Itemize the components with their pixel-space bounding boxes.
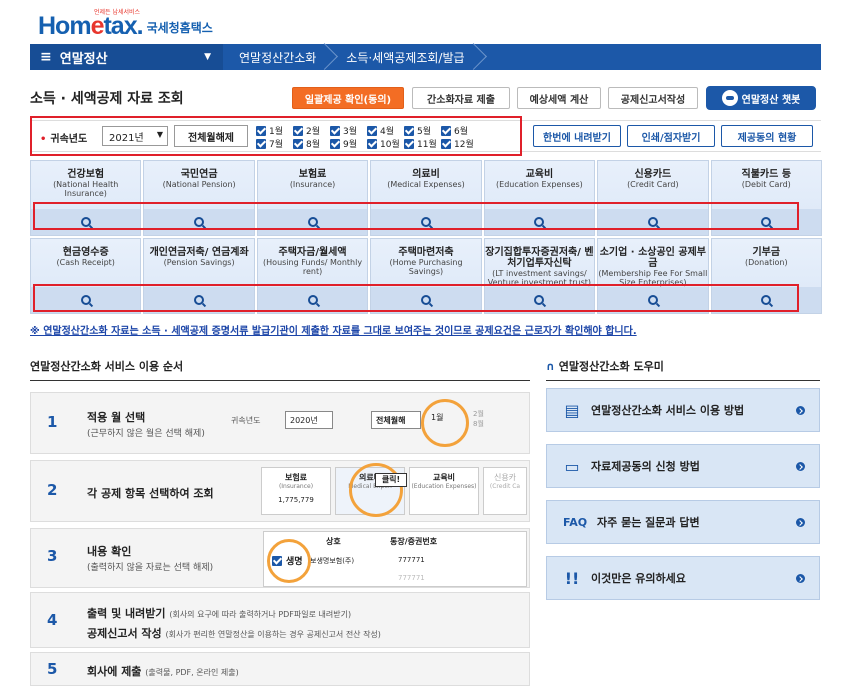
highlight-circle: [421, 399, 469, 447]
notice-text[interactable]: ※ 연말정산간소화 자료는 소득 · 세액공제 증명서류 발급기관이 제출한 자…: [30, 322, 637, 337]
arrow-circle-icon: [796, 461, 805, 471]
logo-tagline: 언제든 납세서비스: [94, 9, 141, 16]
preview-cell: 신용카 (Credit Ca: [483, 467, 527, 515]
step-5: 5 회사에 제출 (출력물, PDF, 온라인 제출): [30, 652, 530, 686]
consent-button[interactable]: 일괄제공 확인(동의): [292, 87, 404, 109]
hamburger-icon: ≡: [40, 49, 52, 65]
highlight-circle: [267, 539, 311, 583]
step-text: 내용 확인 (출력하지 않을 자료는 선택 해제): [87, 545, 214, 573]
step-2: 2 각 공제 항목 선택하여 조회 보험료 (Insurance) 1,775,…: [30, 460, 530, 522]
help-item[interactable]: ▭ 자료제공동의 신청 방법: [546, 444, 820, 488]
category-name: 교육비 (Education Expenses): [496, 169, 583, 189]
estimate-button[interactable]: 예상세액 계산: [517, 87, 601, 109]
category-name: 국민연금 (National Pension): [162, 169, 236, 189]
divider: [546, 380, 820, 381]
help-item-label: 이것만은 유의하세요: [591, 572, 686, 585]
caret-down-icon: ▼: [204, 52, 211, 62]
category-name: 주택자금/월세액 (Housing Funds/ Monthly rent): [263, 247, 363, 276]
highlight-box: [33, 202, 799, 230]
category-name: 직불카드 등 (Debit Card): [741, 169, 792, 189]
headset-icon: ∩: [546, 360, 555, 373]
step-4: 4 출력 및 내려받기 (회사의 요구에 따라 출력하거나 PDF파일로 내려받…: [30, 592, 530, 648]
arrow-circle-icon: [796, 405, 805, 415]
step-number: 5: [47, 660, 58, 678]
deduction-form-button[interactable]: 공제신고서작성: [608, 87, 698, 109]
step-number: 3: [47, 547, 58, 565]
click-tooltip: 클릭!: [375, 473, 407, 487]
category-name: 건강보험 (National Health Insurance): [53, 169, 119, 198]
document-icon: ▭: [564, 456, 580, 476]
step-number: 2: [47, 481, 58, 499]
category-name: 신용카드 (Credit Card): [627, 169, 679, 189]
step-3: 3 내용 확인 (출력하지 않을 자료는 선택 해제) 상호 통장/증권번호 보생…: [30, 528, 530, 588]
category-name: 기부금 (Donation): [744, 247, 788, 267]
help-item[interactable]: FAQ 자주 묻는 질문과 답변: [546, 500, 820, 544]
steps-title: 연말정산간소화 서비스 이용 순서: [30, 360, 184, 373]
arrow-circle-icon: [796, 573, 805, 583]
step-text: 회사에 제출 (출력물, PDF, 온라인 제출): [87, 665, 239, 678]
step-1: 1 적용 월 선택 (근무하지 않은 월은 선택 해제) 귀속년도 2020년 전…: [30, 392, 530, 454]
breadcrumb-item[interactable]: 연말정산간소화: [223, 44, 330, 70]
download-all-button[interactable]: 한번에 내려받기: [533, 125, 621, 147]
step-text: 출력 및 내려받기 (회사의 요구에 따라 출력하거나 PDF파일로 내려받기)…: [87, 607, 381, 640]
highlight-circle: [349, 463, 403, 517]
category-name: 보험료 (Insurance): [289, 169, 336, 189]
menu-dropdown[interactable]: ≡ 연말정산 ▼: [30, 44, 223, 70]
help-item-label: 연말정산간소화 서비스 이용 방법: [591, 404, 745, 417]
step-text: 각 공제 항목 선택하여 조회: [87, 487, 214, 500]
arrow-circle-icon: [796, 517, 805, 527]
category-name: 장기집합투자증권저축/ 벤처기업투자신탁 (LT investment savin…: [485, 247, 594, 287]
logo-korean-name: 국세청홈택스: [146, 21, 213, 35]
preview-cell: 보험료 (Insurance) 1,775,779: [261, 467, 331, 515]
step-text: 적용 월 선택 (근무하지 않은 월은 선택 해제): [87, 411, 205, 439]
divider: [30, 380, 530, 381]
help-item-label: 자주 묻는 질문과 답변: [597, 516, 700, 529]
step-number: 4: [47, 611, 58, 629]
menu-label: 연말정산: [59, 51, 108, 67]
category-name: 개인연금저축/ 연금계좌 (Pension Savings): [149, 247, 249, 267]
category-name: 주택마련저축 (Home Purchasing Savings): [389, 247, 463, 276]
help-item-label: 자료제공동의 신청 방법: [591, 460, 700, 473]
step-1-preview: 귀속년도 2020년 전체월해 1월 2월 8월: [231, 410, 484, 429]
simple-submit-button[interactable]: 간소화자료 제출: [412, 87, 510, 109]
title-bar: 소득 · 세액공제 자료 조회 일괄제공 확인(동의) 간소화자료 제출 예상세…: [30, 86, 821, 110]
category-name: 의료비 (Medical Expenses): [387, 169, 465, 189]
help-item[interactable]: ▤ 연말정산간소화 서비스 이용 방법: [546, 388, 820, 432]
category-name: 현금영수증 (Cash Receipt): [56, 247, 115, 267]
print-button[interactable]: 인쇄/점자받기: [627, 125, 715, 147]
manual-icon: ▤: [564, 400, 580, 420]
page-title: 소득 · 세액공제 자료 조회: [30, 91, 184, 107]
category-name: 소기업 · 소상공인 공제부금 (Membership Fee For Small…: [598, 247, 708, 287]
help-title: ∩ 연말정산간소화 도우미: [546, 360, 664, 373]
logo-brand: Hometax.: [38, 12, 144, 40]
chatbot-label: 연말정산 챗봇: [741, 94, 801, 106]
breadcrumb-item[interactable]: 소득·세액공제조회/발급: [330, 44, 478, 70]
hometax-logo[interactable]: 언제든 납세서비스 Hometax. 국세청홈택스: [38, 6, 213, 40]
faq-icon: FAQ: [562, 515, 588, 529]
step-number: 1: [47, 413, 58, 431]
nav-bar: ≡ 연말정산 ▼ 연말정산간소화 소득·세액공제조회/발급: [30, 44, 821, 70]
chatbot-icon: [721, 90, 738, 106]
highlight-box: [33, 284, 799, 312]
provider-status-button[interactable]: 제공동의 현황: [721, 125, 813, 147]
help-item[interactable]: !! 이것만은 유의하세요: [546, 556, 820, 600]
preview-cell: 교육비 (Education Expenses): [409, 467, 479, 515]
warning-icon: !!: [564, 568, 580, 588]
highlight-box: [30, 116, 522, 156]
chatbot-button[interactable]: 연말정산 챗봇: [706, 86, 816, 110]
